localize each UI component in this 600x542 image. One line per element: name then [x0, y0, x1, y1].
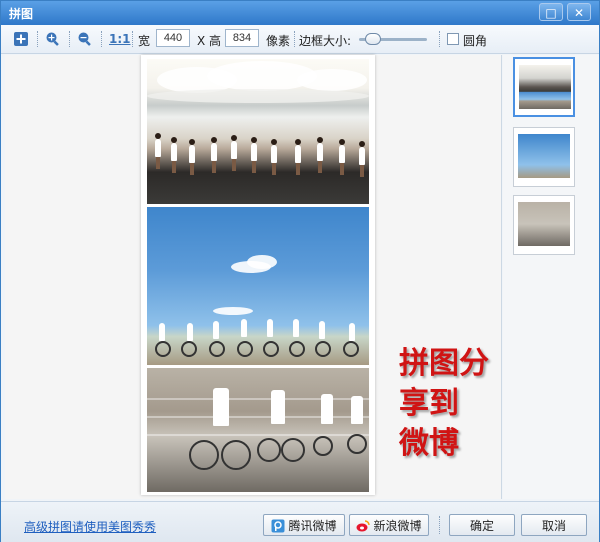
template-thumbnail[interactable] — [513, 57, 575, 117]
footer-bar: 高级拼图请使用美图秀秀 腾讯微博 新浪微博 确定 取消 — [1, 501, 599, 542]
zoom-in-icon[interactable] — [45, 31, 61, 47]
add-image-icon[interactable] — [13, 31, 29, 47]
tencent-weibo-icon — [271, 519, 285, 532]
maximize-icon: □ — [545, 6, 557, 20]
border-size-label: 边框大小: — [299, 34, 352, 48]
collage-photo-beach[interactable] — [147, 59, 369, 204]
zoom-out-icon[interactable] — [77, 31, 93, 47]
advanced-collage-link[interactable]: 高级拼图请使用美图秀秀 — [24, 518, 156, 535]
share-callout-line2: 微博 — [399, 426, 459, 461]
share-callout-line1: 拼图分享到 — [399, 346, 489, 421]
collage-preview — [141, 55, 375, 495]
rounded-corner-checkbox[interactable] — [447, 33, 459, 45]
toolbar-separator — [294, 31, 295, 47]
template-thumbnail[interactable] — [513, 195, 575, 255]
share-sina-weibo-button[interactable]: 新浪微博 — [349, 514, 429, 536]
rounded-corner-label: 圆角 — [463, 34, 488, 48]
ok-button[interactable]: 确定 — [449, 514, 515, 536]
collage-photo-bikes[interactable] — [147, 368, 369, 492]
share-callout: 拼图分享到 微博 — [399, 344, 501, 464]
toolbar-separator — [69, 31, 70, 47]
share-tencent-weibo-button[interactable]: 腾讯微博 — [263, 514, 345, 536]
collage-photo-sky[interactable] — [147, 207, 369, 365]
toolbar: 1:1 宽 X 高 像素 边框大小: 圆角 — [1, 25, 599, 54]
toolbar-separator — [439, 31, 440, 47]
toolbar-separator — [37, 31, 38, 47]
cancel-button[interactable]: 取消 — [521, 514, 587, 536]
toolbar-separator — [132, 31, 133, 47]
sina-weibo-icon — [356, 519, 371, 531]
border-size-slider-thumb[interactable] — [364, 33, 381, 45]
close-button[interactable]: ✕ — [567, 3, 591, 21]
share-sina-label: 新浪微博 — [373, 518, 422, 533]
maximize-button[interactable]: □ — [539, 3, 563, 21]
window-title: 拼图 — [9, 7, 34, 21]
template-thumbnails — [503, 55, 599, 499]
title-bar[interactable]: 拼图 □ ✕ — [1, 1, 599, 25]
unit-label: 像素 — [266, 34, 291, 48]
collage-window: 拼图 □ ✕ 1:1 宽 X 高 像素 边框大小: — [0, 0, 600, 542]
footer-separator — [439, 516, 440, 534]
collage-canvas: 拼图分享到 微博 — [5, 55, 502, 499]
width-input[interactable] — [156, 29, 190, 47]
close-icon: ✕ — [573, 6, 585, 20]
height-input[interactable] — [225, 29, 259, 47]
width-label: 宽 — [138, 34, 151, 48]
actual-size-button[interactable]: 1:1 — [109, 32, 131, 46]
toolbar-separator — [101, 31, 102, 47]
height-label: X 高 — [197, 34, 222, 48]
template-thumbnail[interactable] — [513, 127, 575, 187]
share-tencent-label: 腾讯微博 — [288, 518, 337, 533]
